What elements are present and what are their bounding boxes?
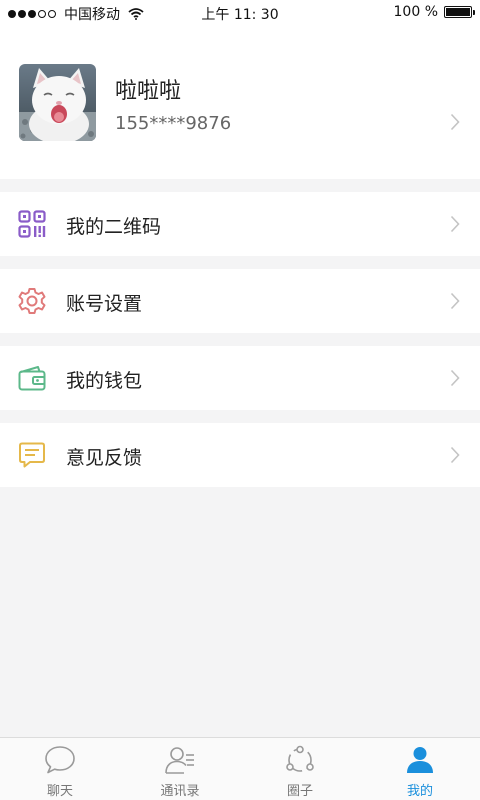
- menu-item-label: 账号设置: [66, 293, 143, 315]
- tab-label: 聊天: [46, 784, 73, 799]
- menu-item-account-settings[interactable]: 账号设置: [0, 269, 480, 333]
- contacts-icon: [165, 747, 194, 774]
- avatar-kitten-image: [19, 64, 96, 141]
- tab-label: 通讯录: [160, 784, 200, 799]
- battery-icon: [444, 6, 475, 18]
- menu-item-label: 意见反馈: [66, 447, 143, 469]
- status-bar: 中国移动 上午 11: 30 100 %: [0, 0, 480, 26]
- circle-share-icon: [286, 745, 314, 772]
- tab-mine[interactable]: 我的: [360, 738, 480, 800]
- profile-name: 啦啦啦: [115, 79, 182, 104]
- chevron-right-icon: [450, 113, 460, 131]
- menu-item-qr-code[interactable]: 我的二维码: [0, 192, 480, 256]
- menu-item-label: 我的二维码: [66, 216, 162, 238]
- chevron-right-icon: [450, 369, 460, 387]
- chat-bubble-icon: [45, 746, 75, 774]
- chevron-right-icon: [450, 446, 460, 464]
- menu-item-wallet[interactable]: 我的钱包: [0, 346, 480, 410]
- bottom-tab-bar: 聊天 通讯录 圈子 我的: [0, 737, 480, 800]
- battery-percent: 100 %: [393, 4, 438, 20]
- tab-circle[interactable]: 圈子: [240, 738, 360, 800]
- gear-icon: [18, 288, 46, 314]
- chevron-right-icon: [450, 215, 460, 233]
- menu-item-feedback[interactable]: 意见反馈: [0, 423, 480, 487]
- chevron-right-icon: [450, 292, 460, 310]
- person-icon: [407, 747, 433, 773]
- qr-code-icon: [18, 210, 46, 238]
- tab-label: 圈子: [286, 784, 313, 799]
- menu-item-label: 我的钱包: [66, 370, 143, 392]
- feedback-icon: [19, 442, 45, 468]
- tab-label: 我的: [406, 784, 433, 799]
- avatar[interactable]: [19, 64, 96, 141]
- wallet-icon: [18, 366, 46, 391]
- tab-chat[interactable]: 聊天: [0, 738, 120, 800]
- tab-contacts[interactable]: 通讯录: [120, 738, 240, 800]
- status-right: 100 %: [393, 4, 475, 20]
- profile-card[interactable]: 啦啦啦 155****9876: [0, 26, 480, 179]
- profile-phone: 155****9876: [115, 113, 232, 134]
